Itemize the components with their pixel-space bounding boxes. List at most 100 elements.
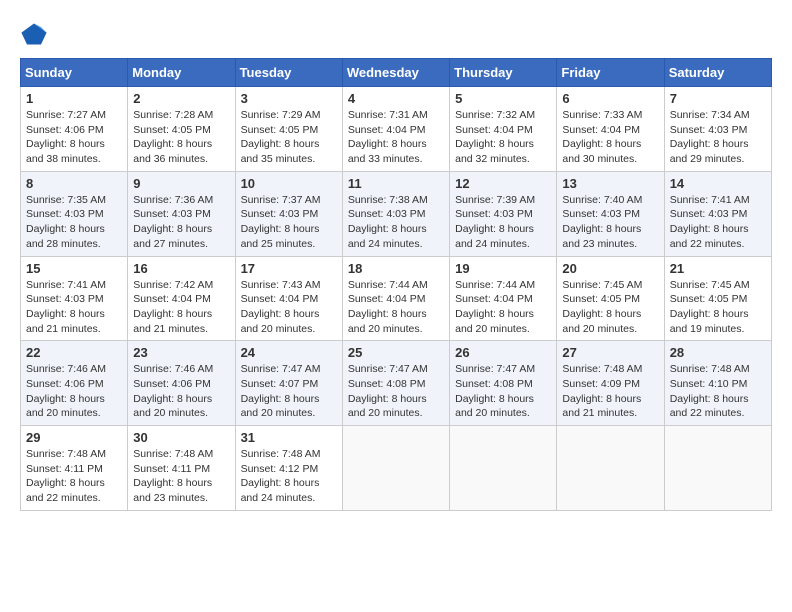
day-number: 8 [26, 176, 122, 191]
cell-info: Sunrise: 7:32 AM Sunset: 4:04 PM Dayligh… [455, 108, 551, 167]
cell-info: Sunrise: 7:46 AM Sunset: 4:06 PM Dayligh… [133, 362, 229, 421]
cell-info: Sunrise: 7:48 AM Sunset: 4:09 PM Dayligh… [562, 362, 658, 421]
cell-info: Sunrise: 7:42 AM Sunset: 4:04 PM Dayligh… [133, 278, 229, 337]
weekday-header: Wednesday [342, 59, 449, 87]
calendar-cell: 26 Sunrise: 7:47 AM Sunset: 4:08 PM Dayli… [450, 341, 557, 426]
weekday-header: Monday [128, 59, 235, 87]
day-number: 2 [133, 91, 229, 106]
cell-info: Sunrise: 7:43 AM Sunset: 4:04 PM Dayligh… [241, 278, 337, 337]
day-number: 22 [26, 345, 122, 360]
cell-info: Sunrise: 7:47 AM Sunset: 4:07 PM Dayligh… [241, 362, 337, 421]
day-number: 9 [133, 176, 229, 191]
day-number: 31 [241, 430, 337, 445]
page-header [20, 20, 772, 48]
day-number: 5 [455, 91, 551, 106]
calendar-table: SundayMondayTuesdayWednesdayThursdayFrid… [20, 58, 772, 511]
calendar-cell: 11 Sunrise: 7:38 AM Sunset: 4:03 PM Dayli… [342, 171, 449, 256]
logo-icon [20, 20, 48, 48]
calendar-cell: 29Sunrise: 7:48 AM Sunset: 4:11 PM Dayli… [21, 426, 128, 511]
calendar-cell: 15 Sunrise: 7:41 AM Sunset: 4:03 PM Dayli… [21, 256, 128, 341]
calendar-cell: 8Sunrise: 7:35 AM Sunset: 4:03 PM Daylig… [21, 171, 128, 256]
day-number: 4 [348, 91, 444, 106]
cell-info: Sunrise: 7:36 AM Sunset: 4:03 PM Dayligh… [133, 193, 229, 252]
cell-info: Sunrise: 7:47 AM Sunset: 4:08 PM Dayligh… [455, 362, 551, 421]
calendar-week: 8Sunrise: 7:35 AM Sunset: 4:03 PM Daylig… [21, 171, 772, 256]
day-number: 6 [562, 91, 658, 106]
cell-info: Sunrise: 7:31 AM Sunset: 4:04 PM Dayligh… [348, 108, 444, 167]
cell-info: Sunrise: 7:38 AM Sunset: 4:03 PM Dayligh… [348, 193, 444, 252]
cell-info: Sunrise: 7:28 AM Sunset: 4:05 PM Dayligh… [133, 108, 229, 167]
day-number: 26 [455, 345, 551, 360]
calendar-cell: 1Sunrise: 7:27 AM Sunset: 4:06 PM Daylig… [21, 87, 128, 172]
cell-info: Sunrise: 7:41 AM Sunset: 4:03 PM Dayligh… [26, 278, 122, 337]
calendar-cell: 30 Sunrise: 7:48 AM Sunset: 4:11 PM Dayli… [128, 426, 235, 511]
calendar-cell: 17 Sunrise: 7:43 AM Sunset: 4:04 PM Dayli… [235, 256, 342, 341]
day-number: 14 [670, 176, 766, 191]
calendar-cell: 6Sunrise: 7:33 AM Sunset: 4:04 PM Daylig… [557, 87, 664, 172]
day-number: 20 [562, 261, 658, 276]
cell-info: Sunrise: 7:34 AM Sunset: 4:03 PM Dayligh… [670, 108, 766, 167]
calendar-cell: 22 Sunrise: 7:46 AM Sunset: 4:06 PM Dayli… [21, 341, 128, 426]
cell-info: Sunrise: 7:37 AM Sunset: 4:03 PM Dayligh… [241, 193, 337, 252]
calendar-cell: 3 Sunrise: 7:29 AM Sunset: 4:05 PM Daylig… [235, 87, 342, 172]
day-number: 19 [455, 261, 551, 276]
cell-info: Sunrise: 7:45 AM Sunset: 4:05 PM Dayligh… [670, 278, 766, 337]
calendar-header: SundayMondayTuesdayWednesdayThursdayFrid… [21, 59, 772, 87]
cell-info: Sunrise: 7:46 AM Sunset: 4:06 PM Dayligh… [26, 362, 122, 421]
calendar-cell: 2 Sunrise: 7:28 AM Sunset: 4:05 PM Daylig… [128, 87, 235, 172]
calendar-cell [342, 426, 449, 511]
cell-info: Sunrise: 7:39 AM Sunset: 4:03 PM Dayligh… [455, 193, 551, 252]
day-number: 24 [241, 345, 337, 360]
day-number: 30 [133, 430, 229, 445]
calendar-cell: 12Sunrise: 7:39 AM Sunset: 4:03 PM Dayli… [450, 171, 557, 256]
cell-info: Sunrise: 7:48 AM Sunset: 4:12 PM Dayligh… [241, 447, 337, 506]
day-number: 15 [26, 261, 122, 276]
cell-info: Sunrise: 7:41 AM Sunset: 4:03 PM Dayligh… [670, 193, 766, 252]
calendar-cell: 21 Sunrise: 7:45 AM Sunset: 4:05 PM Dayli… [664, 256, 771, 341]
calendar-cell: 4 Sunrise: 7:31 AM Sunset: 4:04 PM Daylig… [342, 87, 449, 172]
cell-info: Sunrise: 7:40 AM Sunset: 4:03 PM Dayligh… [562, 193, 658, 252]
day-number: 18 [348, 261, 444, 276]
cell-info: Sunrise: 7:29 AM Sunset: 4:05 PM Dayligh… [241, 108, 337, 167]
weekday-header: Sunday [21, 59, 128, 87]
day-number: 23 [133, 345, 229, 360]
cell-info: Sunrise: 7:44 AM Sunset: 4:04 PM Dayligh… [348, 278, 444, 337]
calendar-cell [557, 426, 664, 511]
day-number: 27 [562, 345, 658, 360]
calendar-cell: 24 Sunrise: 7:47 AM Sunset: 4:07 PM Dayli… [235, 341, 342, 426]
weekday-header: Saturday [664, 59, 771, 87]
calendar-cell: 20 Sunrise: 7:45 AM Sunset: 4:05 PM Dayli… [557, 256, 664, 341]
day-number: 21 [670, 261, 766, 276]
day-number: 1 [26, 91, 122, 106]
cell-info: Sunrise: 7:48 AM Sunset: 4:11 PM Dayligh… [133, 447, 229, 506]
weekday-header: Tuesday [235, 59, 342, 87]
calendar-week: 1Sunrise: 7:27 AM Sunset: 4:06 PM Daylig… [21, 87, 772, 172]
day-number: 17 [241, 261, 337, 276]
calendar-cell: 27 Sunrise: 7:48 AM Sunset: 4:09 PM Dayli… [557, 341, 664, 426]
calendar-week: 22 Sunrise: 7:46 AM Sunset: 4:06 PM Dayli… [21, 341, 772, 426]
calendar-cell: 19 Sunrise: 7:44 AM Sunset: 4:04 PM Dayli… [450, 256, 557, 341]
calendar-cell: 16 Sunrise: 7:42 AM Sunset: 4:04 PM Dayli… [128, 256, 235, 341]
weekday-header: Friday [557, 59, 664, 87]
calendar-cell: 10 Sunrise: 7:37 AM Sunset: 4:03 PM Dayli… [235, 171, 342, 256]
calendar-body: 1Sunrise: 7:27 AM Sunset: 4:06 PM Daylig… [21, 87, 772, 511]
cell-info: Sunrise: 7:45 AM Sunset: 4:05 PM Dayligh… [562, 278, 658, 337]
day-number: 10 [241, 176, 337, 191]
day-number: 3 [241, 91, 337, 106]
day-number: 16 [133, 261, 229, 276]
calendar-cell: 31 Sunrise: 7:48 AM Sunset: 4:12 PM Dayli… [235, 426, 342, 511]
calendar-cell: 23 Sunrise: 7:46 AM Sunset: 4:06 PM Dayli… [128, 341, 235, 426]
cell-info: Sunrise: 7:44 AM Sunset: 4:04 PM Dayligh… [455, 278, 551, 337]
calendar-week: 15 Sunrise: 7:41 AM Sunset: 4:03 PM Dayli… [21, 256, 772, 341]
calendar-cell: 25Sunrise: 7:47 AM Sunset: 4:08 PM Dayli… [342, 341, 449, 426]
day-number: 25 [348, 345, 444, 360]
cell-info: Sunrise: 7:48 AM Sunset: 4:10 PM Dayligh… [670, 362, 766, 421]
calendar-cell: 14 Sunrise: 7:41 AM Sunset: 4:03 PM Dayli… [664, 171, 771, 256]
day-number: 11 [348, 176, 444, 191]
day-number: 29 [26, 430, 122, 445]
calendar-cell: 7Sunrise: 7:34 AM Sunset: 4:03 PM Daylig… [664, 87, 771, 172]
logo [20, 20, 50, 48]
day-number: 28 [670, 345, 766, 360]
day-number: 13 [562, 176, 658, 191]
calendar-week: 29 Sunrise: 7:48 AM Sunset: 4:11 PM Dayli… [21, 426, 772, 511]
